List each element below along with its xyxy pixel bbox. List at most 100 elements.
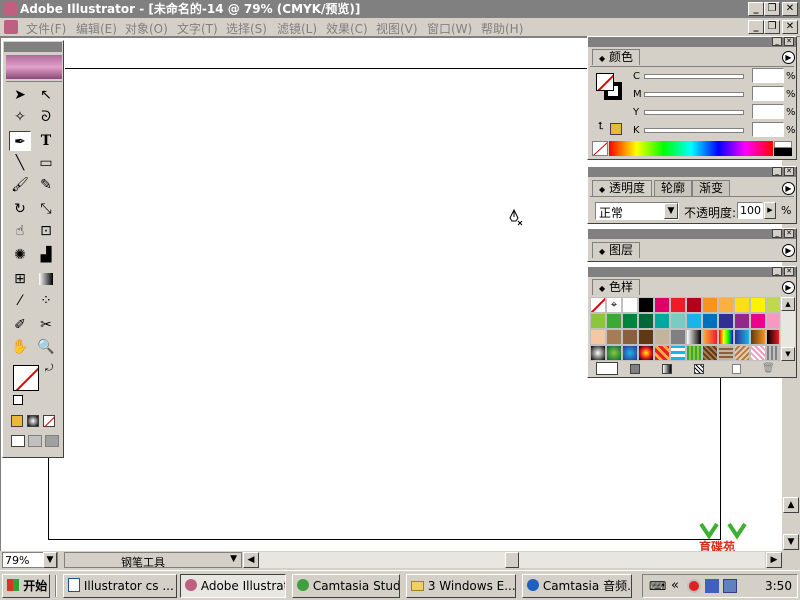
transparency-panel-close-button[interactable]: ✕ bbox=[784, 167, 794, 176]
swatch[interactable] bbox=[734, 313, 750, 329]
color-spectrum-none[interactable] bbox=[592, 141, 608, 156]
clock[interactable]: 3:50 bbox=[765, 579, 792, 593]
opacity-input[interactable]: 100 bbox=[737, 202, 763, 219]
channel-y-input[interactable] bbox=[752, 104, 784, 119]
swatch[interactable] bbox=[686, 345, 702, 361]
menu-view[interactable]: 视图(V) bbox=[376, 20, 418, 37]
out-of-gamut-warning-icon[interactable]: ⮤ bbox=[598, 121, 604, 132]
blend-mode-dropdown-button[interactable]: ▼ bbox=[664, 203, 678, 219]
line-segment-icon[interactable]: ╲ bbox=[9, 153, 31, 173]
slice-icon[interactable]: ✐ bbox=[9, 315, 31, 335]
rectangle-icon[interactable]: ▭ bbox=[35, 153, 57, 173]
spectrum-white-swatch[interactable] bbox=[774, 141, 792, 148]
opacity-dropdown-button[interactable]: ▶ bbox=[764, 202, 776, 219]
swatch[interactable] bbox=[766, 345, 780, 361]
transparency-panel-title-bar[interactable] bbox=[588, 167, 796, 177]
start-button[interactable]: 开始 bbox=[2, 574, 50, 598]
channel-c-slider[interactable] bbox=[644, 74, 744, 79]
channel-m-input[interactable] bbox=[752, 86, 784, 101]
doc-close-button[interactable]: ✕ bbox=[782, 20, 798, 34]
doc-restore-button[interactable]: ❐ bbox=[764, 20, 780, 34]
swatches-panel-close-button[interactable]: ✕ bbox=[784, 267, 794, 276]
symbol-sprayer-icon[interactable]: ✺ bbox=[9, 245, 31, 265]
magic-wand-icon[interactable]: ✧ bbox=[9, 107, 31, 127]
zoom-dropdown-button[interactable]: ▼ bbox=[43, 552, 57, 568]
screen-mode-standard-button[interactable] bbox=[11, 435, 25, 447]
swatch[interactable] bbox=[590, 345, 606, 361]
lasso-icon[interactable]: ᘐ bbox=[35, 107, 57, 127]
swap-fill-stroke-icon[interactable]: ⤾ bbox=[45, 363, 53, 374]
swatch[interactable] bbox=[718, 297, 734, 313]
none-mode-button[interactable] bbox=[43, 415, 55, 427]
swatch[interactable] bbox=[766, 297, 780, 313]
swatch[interactable] bbox=[686, 313, 702, 329]
swatch[interactable] bbox=[750, 313, 766, 329]
swatch[interactable] bbox=[622, 297, 638, 313]
network-tray-icon[interactable] bbox=[705, 579, 719, 593]
swatch[interactable] bbox=[670, 313, 686, 329]
default-colors-icon[interactable] bbox=[13, 395, 23, 405]
swatch[interactable] bbox=[638, 313, 654, 329]
out-of-gamut-swatch[interactable] bbox=[610, 123, 622, 135]
channel-m-slider[interactable] bbox=[644, 92, 744, 97]
swatch[interactable] bbox=[750, 329, 766, 345]
fill-swatch[interactable] bbox=[13, 365, 39, 391]
task-adobe-illustrator[interactable]: Adobe Illustrat... bbox=[180, 574, 286, 598]
color-spectrum-bar[interactable] bbox=[609, 141, 773, 156]
tab-gradient[interactable]: 渐变 bbox=[692, 180, 731, 196]
pencil-icon[interactable]: ✎ bbox=[35, 175, 57, 195]
swatch[interactable] bbox=[718, 313, 734, 329]
scissors-icon[interactable]: ✂ bbox=[35, 315, 57, 335]
swatch[interactable] bbox=[734, 297, 750, 313]
color-panel-minimize-button[interactable]: _ bbox=[772, 37, 782, 46]
menu-help[interactable]: 帮助(H) bbox=[481, 20, 523, 37]
hand-icon[interactable]: ✋ bbox=[9, 337, 31, 357]
selection-arrow-icon[interactable]: ➤ bbox=[9, 85, 31, 105]
task-windows-explorer[interactable]: 3 Windows E... ▼ bbox=[406, 574, 516, 598]
toolbox-title-bar[interactable] bbox=[4, 42, 62, 52]
zoom-icon[interactable]: 🔍 bbox=[35, 337, 57, 357]
swatch[interactable] bbox=[702, 297, 718, 313]
color-fill-swatch[interactable] bbox=[596, 73, 614, 91]
menu-window[interactable]: 窗口(W) bbox=[427, 20, 472, 37]
swatch[interactable] bbox=[638, 329, 654, 345]
channel-k-slider[interactable] bbox=[644, 128, 744, 133]
tab-transparency[interactable]: ◆ 透明度 bbox=[592, 180, 652, 196]
minimize-button[interactable]: _ bbox=[748, 2, 764, 16]
transparency-panel-menu-button[interactable]: ▶ bbox=[782, 182, 795, 195]
menu-select[interactable]: 选择(S) bbox=[226, 20, 267, 37]
swatches-panel-minimize-button[interactable]: _ bbox=[772, 267, 782, 276]
swatch[interactable] bbox=[718, 329, 734, 345]
transparency-panel-minimize-button[interactable]: _ bbox=[772, 167, 782, 176]
menu-effect[interactable]: 效果(C) bbox=[326, 20, 368, 37]
swatch[interactable] bbox=[638, 345, 654, 361]
delete-swatch-icon[interactable]: 🗑 bbox=[762, 363, 775, 374]
swatches-scroll-up-button[interactable]: ▲ bbox=[781, 297, 795, 311]
monitor-tray-icon[interactable] bbox=[723, 579, 737, 593]
task-camtasia-studio[interactable]: Camtasia Studi... bbox=[292, 574, 400, 598]
screen-mode-full-button[interactable] bbox=[45, 435, 59, 447]
swatch[interactable] bbox=[622, 329, 638, 345]
swatch[interactable] bbox=[590, 313, 606, 329]
task-camtasia-audio[interactable]: Camtasia 音频... bbox=[522, 574, 632, 598]
swatch-registration[interactable]: ⌖ bbox=[606, 297, 622, 313]
swatch[interactable] bbox=[750, 297, 766, 313]
swatch[interactable] bbox=[718, 345, 734, 361]
tab-swatches[interactable]: ◆ 色样 bbox=[592, 279, 640, 295]
gradient-mode-button[interactable] bbox=[27, 415, 39, 427]
spectrum-black-swatch[interactable] bbox=[774, 148, 792, 156]
pen-icon[interactable]: ✒ bbox=[9, 131, 31, 151]
swatch[interactable] bbox=[670, 329, 686, 345]
scale-icon[interactable]: ⤡ bbox=[35, 199, 57, 219]
menu-file[interactable]: 文件(F) bbox=[26, 20, 66, 37]
swatch[interactable] bbox=[654, 313, 670, 329]
menu-type[interactable]: 文字(T) bbox=[177, 20, 218, 37]
paintbrush-icon[interactable]: 🖌 bbox=[9, 175, 31, 195]
swatch[interactable] bbox=[750, 345, 766, 361]
layers-panel-title-bar[interactable] bbox=[588, 229, 796, 239]
zoom-field[interactable]: 79% ▼ bbox=[2, 552, 58, 568]
free-transform-icon[interactable]: ⊡ bbox=[35, 221, 57, 241]
tab-color[interactable]: ◆ 颜色 bbox=[592, 49, 640, 65]
mesh-icon[interactable]: ⊞ bbox=[9, 269, 31, 289]
swatch[interactable] bbox=[654, 329, 670, 345]
